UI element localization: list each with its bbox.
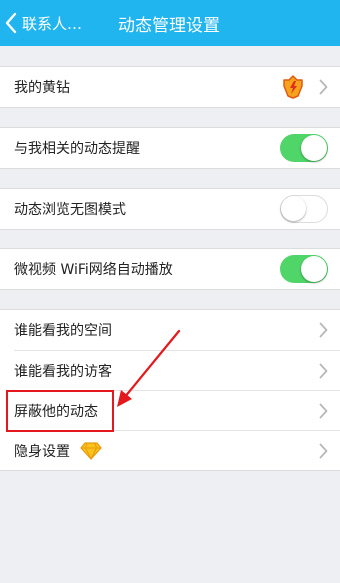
chevron-right-icon xyxy=(319,403,328,419)
toggle-knob xyxy=(301,135,327,161)
group-related-reminder: 与我相关的动态提醒 xyxy=(0,127,340,169)
row-who-can-see-visitors[interactable]: 谁能看我的访客 xyxy=(14,350,340,390)
row-related-reminder: 与我相关的动态提醒 xyxy=(0,128,340,168)
chevron-right-icon xyxy=(319,443,328,459)
annotation-highlight-box xyxy=(6,390,114,432)
row-label: 谁能看我的访客 xyxy=(14,363,112,380)
row-who-can-see-space[interactable]: 谁能看我的空间 xyxy=(0,310,340,350)
group-no-image-mode: 动态浏览无图模式 xyxy=(0,188,340,230)
row-my-yellow-diamond[interactable]: 我的黄钻 xyxy=(0,67,340,107)
chevron-right-icon xyxy=(319,79,328,95)
row-label: 隐身设置 xyxy=(14,443,70,460)
toggle-knob xyxy=(301,256,327,282)
back-button[interactable]: 联系人… xyxy=(4,8,104,38)
group-video-autoplay: 微视频 WiFi网络自动播放 xyxy=(0,248,340,290)
row-label: 与我相关的动态提醒 xyxy=(14,141,140,157)
row-label: 我的黄钻 xyxy=(14,80,70,96)
chevron-left-icon xyxy=(5,12,17,34)
navigation-bar: 联系人… 动态管理设置 xyxy=(0,0,340,46)
page-title: 动态管理设置 xyxy=(118,16,220,36)
related-reminder-toggle[interactable] xyxy=(280,134,328,162)
row-label: 动态浏览无图模式 xyxy=(14,202,126,218)
row-label: 微视频 WiFi网络自动播放 xyxy=(14,262,173,278)
back-label: 联系人… xyxy=(22,14,83,33)
chevron-right-icon xyxy=(319,322,328,338)
group-vip: 我的黄钻 xyxy=(0,66,340,108)
row-label: 谁能看我的空间 xyxy=(14,323,112,339)
row-video-autoplay: 微视频 WiFi网络自动播放 xyxy=(0,249,340,289)
row-invisible-settings[interactable]: 隐身设置 xyxy=(14,430,340,470)
yellow-diamond-vip-icon xyxy=(283,75,303,99)
diamond-icon xyxy=(80,441,102,460)
row-no-image-mode: 动态浏览无图模式 xyxy=(0,189,340,229)
no-image-mode-toggle[interactable] xyxy=(280,195,328,223)
video-autoplay-toggle[interactable] xyxy=(280,255,328,283)
toggle-knob xyxy=(281,196,306,221)
chevron-right-icon xyxy=(319,363,328,379)
